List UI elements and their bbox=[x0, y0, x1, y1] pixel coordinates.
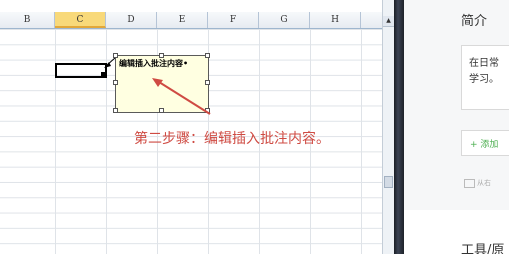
intro-heading: 简介 bbox=[461, 14, 488, 29]
side-panel: 简介 在日常 学习。 + 添加 从右 工具/原 bbox=[404, 0, 509, 254]
annotation-arrow bbox=[152, 78, 211, 115]
from-row[interactable]: 从右 bbox=[464, 178, 491, 188]
spreadsheet-area[interactable]: B C D E F G H 编辑插入批注内容• 第二步骤：编辑插入批注内容。 bbox=[0, 0, 382, 254]
image-icon bbox=[464, 178, 475, 188]
chevron-up-icon[interactable]: ▲ bbox=[383, 16, 394, 27]
intro-line: 学习。 bbox=[469, 74, 499, 85]
window-divider bbox=[394, 0, 404, 254]
annotation-label: 第二步骤：编辑插入批注内容。 bbox=[134, 131, 330, 147]
intro-line: 在日常 bbox=[469, 58, 499, 69]
from-text: 从右 bbox=[477, 179, 491, 187]
tools-heading: 工具/原 bbox=[461, 243, 505, 254]
add-button-label: + 添加 bbox=[470, 140, 499, 150]
vertical-scrollbar[interactable]: ▲ bbox=[382, 0, 394, 254]
add-button[interactable]: + 添加 bbox=[461, 130, 509, 156]
intro-text-box: 在日常 学习。 bbox=[461, 45, 509, 110]
scroll-thumb[interactable] bbox=[384, 176, 393, 188]
